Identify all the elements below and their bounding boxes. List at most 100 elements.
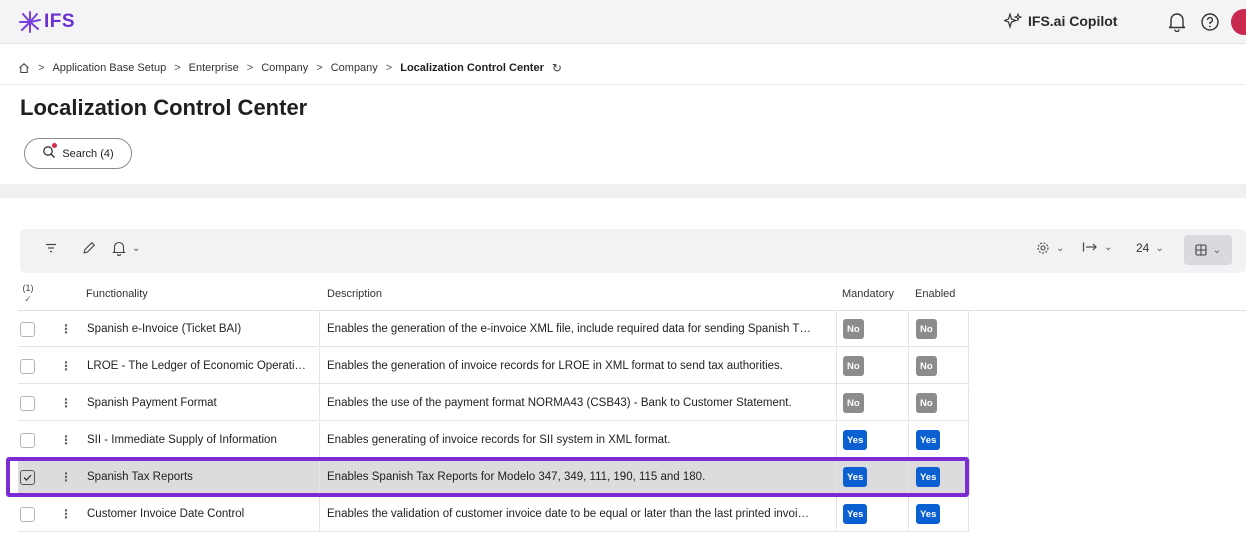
row-menu-icon[interactable]: ⋮ <box>60 348 72 384</box>
row-select[interactable] <box>20 348 42 384</box>
notify-menu-button[interactable]: ⌄ <box>112 241 140 256</box>
table-row[interactable]: ⋮ Spanish e-Invoice (Ticket BAI) Enables t… <box>18 311 970 347</box>
cell-divider <box>908 422 909 458</box>
row-checkbox[interactable] <box>20 469 35 485</box>
column-header-description[interactable]: Description <box>327 288 382 300</box>
enabled-cell: No <box>916 385 937 421</box>
table-row[interactable]: ⋮ SII - Immediate Supply of Information En… <box>18 422 970 458</box>
cell-divider <box>836 422 837 458</box>
chevron-down-icon: ⌄ <box>1155 242 1164 254</box>
cell-divider <box>908 311 909 347</box>
description-cell: Enables the use of the payment format NO… <box>327 397 792 409</box>
home-icon[interactable] <box>18 62 30 74</box>
breadcrumb-item-company[interactable]: Company <box>261 62 308 74</box>
check-icon: ✓ <box>24 294 32 304</box>
breadcrumb: > Application Base Setup > Enterprise > … <box>18 57 562 79</box>
settings-menu-button[interactable]: ⌄ <box>1036 241 1064 255</box>
chevron-down-icon: ⌄ <box>132 243 141 254</box>
description-cell: Enables Spanish Tax Reports for Modelo 3… <box>327 471 706 483</box>
enabled-badge: No <box>916 393 937 413</box>
row-select[interactable] <box>20 422 42 458</box>
description-cell: Enables generating of invoice records fo… <box>327 434 671 446</box>
search-button[interactable]: Search (4) <box>24 138 132 169</box>
enabled-badge: Yes <box>916 467 941 487</box>
mandatory-cell: No <box>843 385 864 421</box>
enabled-badge: No <box>916 356 937 376</box>
notifications-button[interactable] <box>1168 12 1186 37</box>
cell-divider <box>908 385 909 421</box>
row-select[interactable] <box>20 459 42 495</box>
mandatory-badge: No <box>843 319 864 339</box>
table-row[interactable]: ⋮ Spanish Tax Reports Enables Spanish Tax … <box>18 459 970 495</box>
breadcrumb-item-enterprise[interactable]: Enterprise <box>189 62 239 74</box>
cell-divider <box>836 459 837 495</box>
divider <box>0 84 1246 85</box>
breadcrumb-item-application-base-setup[interactable]: Application Base Setup <box>52 62 166 74</box>
enabled-cell: No <box>916 348 937 384</box>
table-row[interactable]: ⋮ LROE - The Ledger of Economic Operati… E… <box>18 348 970 384</box>
cell-divider <box>968 496 969 532</box>
cell-divider <box>908 496 909 532</box>
functionality-cell: Spanish Tax Reports <box>87 471 193 483</box>
page-size-select[interactable]: 24 ⌄ <box>1136 241 1164 255</box>
mandatory-cell: No <box>843 311 864 347</box>
functionality-cell: LROE - The Ledger of Economic Operati… <box>87 360 307 372</box>
page-title: Localization Control Center <box>20 95 308 120</box>
breadcrumb-item-company-2[interactable]: Company <box>331 62 378 74</box>
ifs-burst-icon <box>19 11 41 33</box>
row-select[interactable] <box>20 311 42 347</box>
ifs-logo[interactable]: IFS <box>18 10 75 34</box>
filter-button[interactable] <box>44 241 58 255</box>
bell-icon <box>112 241 126 256</box>
row-menu-icon[interactable]: ⋮ <box>60 311 72 347</box>
row-checkbox[interactable] <box>20 506 35 522</box>
row-menu-icon[interactable]: ⋮ <box>60 422 72 458</box>
column-header-mandatory[interactable]: Mandatory <box>842 288 894 300</box>
search-label: Search (4) <box>62 147 114 160</box>
cell-divider <box>319 311 320 347</box>
table-toolbar: ⌄ ⌄ ⌄ 24 ⌄ ⌄ <box>20 229 1246 273</box>
enabled-badge: No <box>916 319 937 339</box>
row-checkbox[interactable] <box>20 432 35 448</box>
mandatory-cell: Yes <box>843 422 868 458</box>
enabled-cell: Yes <box>916 422 941 458</box>
copilot-button[interactable]: IFS.ai Copilot <box>1004 13 1117 29</box>
edit-button[interactable] <box>82 241 96 255</box>
filter-icon <box>46 243 56 253</box>
table-row[interactable]: ⋮ Spanish Payment Format Enables the use o… <box>18 385 970 421</box>
functionality-cell: Spanish Payment Format <box>87 397 217 409</box>
row-checkbox[interactable] <box>20 358 35 374</box>
column-width-menu-button[interactable]: ⌄ <box>1082 241 1112 253</box>
table-row[interactable]: ⋮ Customer Invoice Date Control Enables th… <box>18 496 970 532</box>
arrow-to-right-icon <box>1082 242 1097 252</box>
selection-count[interactable]: (1) ✓ <box>18 283 38 305</box>
cell-divider <box>319 459 320 495</box>
row-checkbox[interactable] <box>20 395 35 411</box>
help-button[interactable] <box>1200 12 1220 37</box>
row-menu-icon[interactable]: ⋮ <box>60 385 72 421</box>
table-header: (1) ✓ Functionality Description Mandator… <box>18 277 1246 311</box>
sparkle-icon <box>1004 13 1022 29</box>
breadcrumb-separator: > <box>174 62 181 74</box>
chevron-down-icon: ⌄ <box>1212 244 1222 256</box>
column-header-functionality[interactable]: Functionality <box>86 288 148 300</box>
cell-divider <box>908 459 909 495</box>
cell-divider <box>836 311 837 347</box>
refresh-icon[interactable]: ↻ <box>552 61 562 75</box>
copilot-label: IFS.ai Copilot <box>1028 13 1118 29</box>
row-menu-icon[interactable]: ⋮ <box>60 459 72 495</box>
row-checkbox[interactable] <box>20 321 35 337</box>
column-header-enabled[interactable]: Enabled <box>915 288 955 300</box>
breadcrumb-separator: > <box>385 62 393 74</box>
help-circle-icon <box>1201 13 1219 31</box>
row-select[interactable] <box>20 496 42 532</box>
breadcrumb-separator: > <box>316 62 323 74</box>
user-avatar[interactable] <box>1231 9 1246 35</box>
row-menu-icon[interactable]: ⋮ <box>60 496 72 532</box>
view-mode-button[interactable]: ⌄ <box>1184 235 1232 265</box>
cell-divider <box>968 311 969 347</box>
cell-divider <box>968 348 969 384</box>
section-separator <box>0 184 1246 198</box>
description-cell: Enables the generation of invoice record… <box>327 360 783 372</box>
row-select[interactable] <box>20 385 42 421</box>
